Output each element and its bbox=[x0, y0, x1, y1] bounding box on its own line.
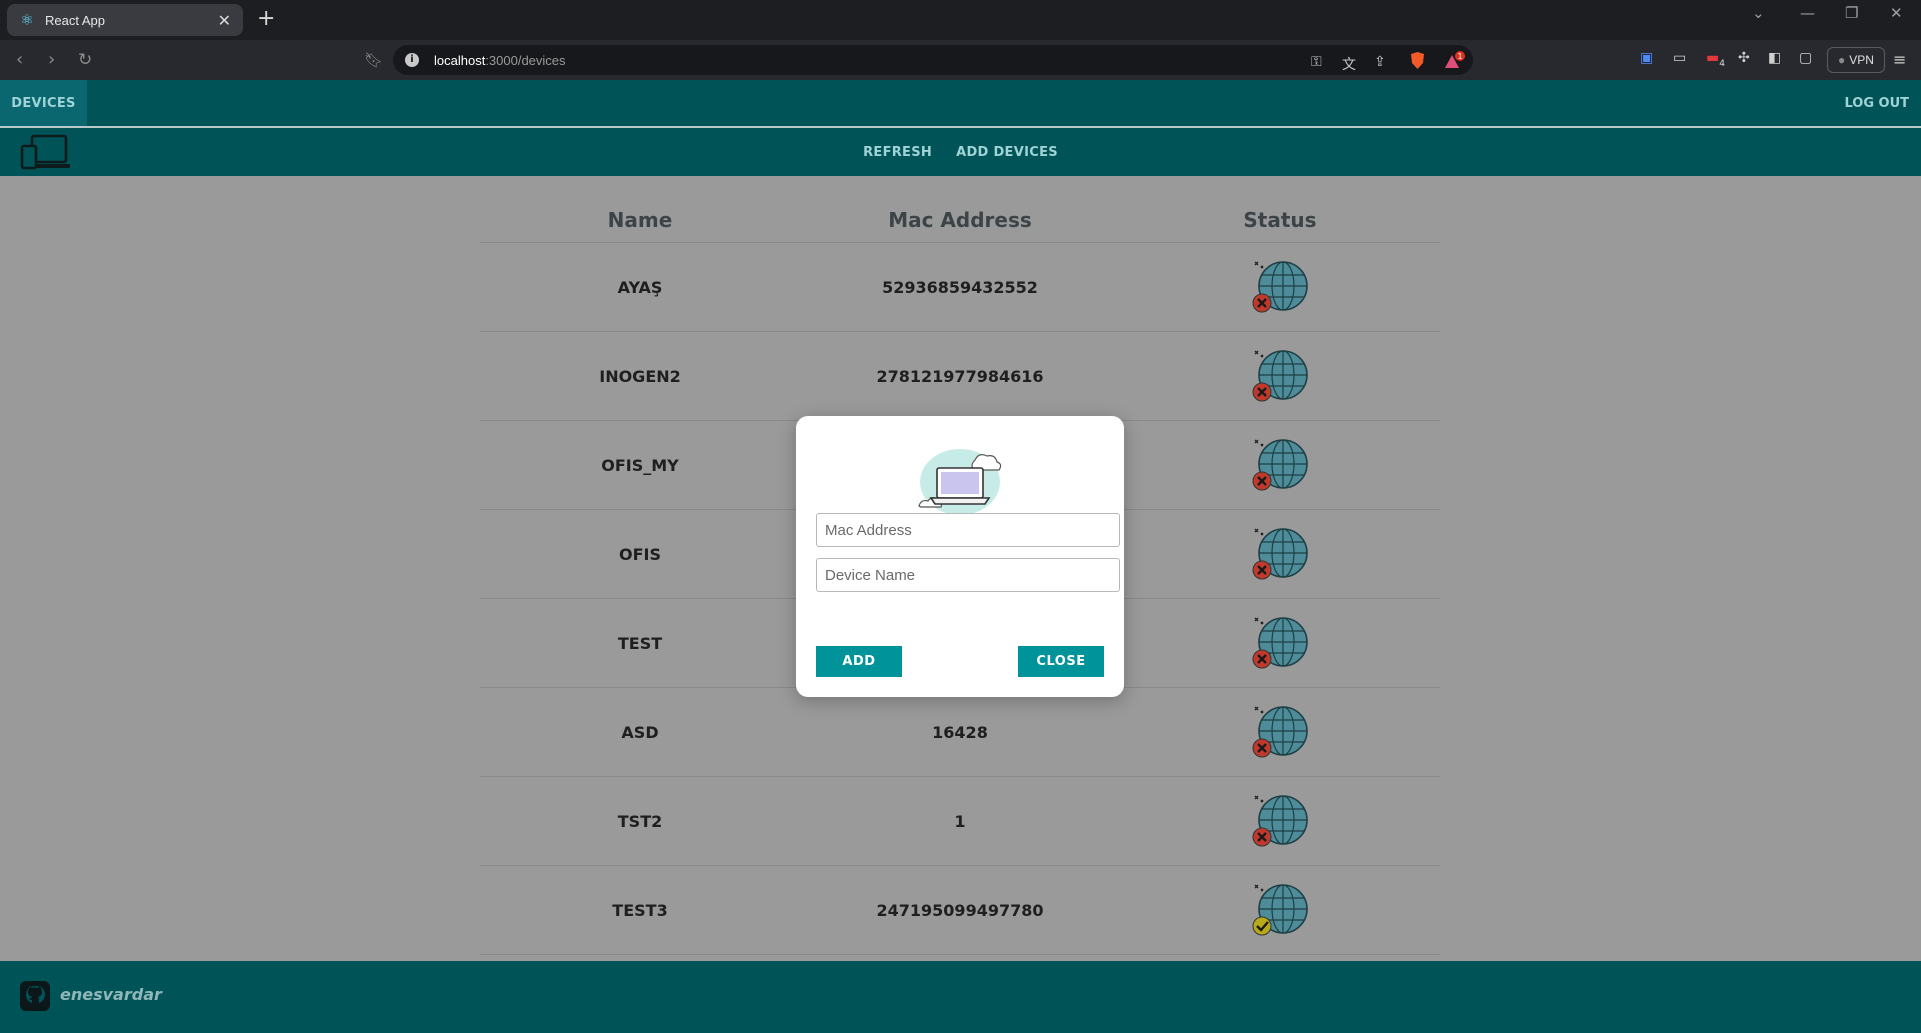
mac-address-cell: 278121977984616 bbox=[876, 366, 1044, 386]
google-translate-ext-icon[interactable]: ▣ bbox=[1640, 50, 1653, 66]
vpn-dot-icon: ● bbox=[1838, 53, 1846, 67]
device-name-cell: OFIS_MY bbox=[601, 455, 679, 475]
globe-offline-icon bbox=[1252, 350, 1308, 402]
back-icon[interactable]: ‹ bbox=[16, 49, 23, 70]
laptop-cloud-icon bbox=[918, 449, 1002, 515]
mac-address-input[interactable] bbox=[816, 513, 1120, 547]
calendar-ext-icon[interactable]: ▬4 bbox=[1706, 50, 1725, 69]
footer: enesvardar bbox=[0, 961, 1921, 1033]
globe-online-icon bbox=[1252, 884, 1308, 936]
share-icon[interactable]: ⇪ bbox=[1374, 54, 1386, 70]
reload-icon[interactable]: ↻ bbox=[78, 50, 92, 70]
react-icon: ⚛ bbox=[20, 11, 34, 29]
device-name-cell: INOGEN2 bbox=[599, 366, 681, 386]
sub-nav: REFRESH ADD DEVICES bbox=[0, 128, 1921, 176]
add-button[interactable]: ADD bbox=[816, 646, 902, 677]
device-name-cell: OFIS bbox=[618, 544, 661, 564]
globe-offline-icon bbox=[1252, 617, 1308, 669]
globe-offline-icon bbox=[1252, 439, 1308, 491]
status-cell bbox=[1120, 345, 1440, 407]
globe-offline-icon bbox=[1252, 795, 1308, 847]
translate-icon[interactable]: 文 bbox=[1342, 54, 1356, 74]
browser-tab[interactable]: ⚛ React App ✕ bbox=[7, 4, 243, 36]
github-username[interactable]: enesvardar bbox=[60, 985, 162, 1004]
browser-toolbar: ‹ › ↻ 🔖︎ i localhost:3000/devices ⚿ 文 ⇪ … bbox=[0, 40, 1921, 80]
brave-shield-icon[interactable] bbox=[1409, 51, 1426, 70]
column-header-status: Status bbox=[1243, 208, 1317, 232]
add-device-modal: ADD CLOSE bbox=[796, 416, 1124, 697]
device-name-input[interactable] bbox=[816, 558, 1120, 592]
tab-title: React App bbox=[45, 12, 105, 28]
key-icon[interactable]: ⚿ bbox=[1311, 54, 1322, 70]
device-name-cell: ASD bbox=[621, 722, 659, 742]
status-cell bbox=[1120, 790, 1440, 852]
mac-address-cell: 52936859432552 bbox=[882, 277, 1038, 297]
nav-tab-devices[interactable]: DEVICES bbox=[0, 80, 87, 127]
status-cell bbox=[1120, 523, 1440, 585]
site-info-icon[interactable]: i bbox=[405, 53, 419, 67]
screenshot-ext-icon[interactable]: ▭ bbox=[1673, 50, 1686, 66]
column-header-mac: Mac Address bbox=[888, 208, 1032, 232]
status-cell bbox=[1120, 256, 1440, 318]
window-close-icon[interactable]: ✕ bbox=[1890, 4, 1903, 22]
vpn-button[interactable]: ● VPN bbox=[1827, 47, 1885, 73]
add-devices-button[interactable]: ADD DEVICES bbox=[956, 145, 1058, 160]
svg-text:1: 1 bbox=[1457, 52, 1462, 61]
app-nav: DEVICES LOG OUT bbox=[0, 80, 1921, 127]
github-icon[interactable] bbox=[20, 981, 50, 1011]
device-name-cell: TST2 bbox=[617, 811, 663, 831]
table-row: TST2 1 bbox=[480, 777, 1440, 866]
extensions-puzzle-icon[interactable]: ✣ bbox=[1738, 50, 1750, 66]
close-tab-icon[interactable]: ✕ bbox=[218, 11, 231, 30]
device-name-cell: TEST bbox=[617, 633, 663, 653]
url-text: localhost:3000/devices bbox=[434, 52, 566, 68]
table-row: INOGEN2 278121977984616 bbox=[480, 332, 1440, 421]
browser-tab-bar: ⚛ React App ✕ + ⌄ — ❐ ✕ bbox=[0, 0, 1921, 40]
globe-offline-icon bbox=[1252, 706, 1308, 758]
refresh-button[interactable]: REFRESH bbox=[863, 145, 932, 160]
menu-icon[interactable]: ≡ bbox=[1893, 50, 1906, 69]
address-bar[interactable]: i localhost:3000/devices ⚿ 文 ⇪ 1 bbox=[393, 45, 1473, 75]
forward-icon[interactable]: › bbox=[48, 49, 55, 70]
column-header-name: Name bbox=[607, 208, 673, 232]
status-cell bbox=[1120, 434, 1440, 496]
globe-offline-icon bbox=[1252, 528, 1308, 580]
wallet-icon[interactable]: ▢ bbox=[1799, 50, 1812, 66]
new-tab-button[interactable]: + bbox=[257, 6, 275, 31]
status-cell bbox=[1120, 879, 1440, 941]
mac-address-cell: 1 bbox=[954, 811, 966, 831]
table-header: Name Mac Address Status bbox=[480, 198, 1440, 243]
status-cell bbox=[1120, 701, 1440, 763]
table-row: AYAŞ 52936859432552 bbox=[480, 243, 1440, 332]
logout-button[interactable]: LOG OUT bbox=[1844, 80, 1909, 127]
device-name-cell: AYAŞ bbox=[617, 277, 663, 297]
brave-rewards-icon[interactable]: 1 bbox=[1443, 51, 1467, 71]
table-row: TEST3 247195099497780 bbox=[480, 866, 1440, 955]
status-cell bbox=[1120, 612, 1440, 674]
mac-address-cell: 16428 bbox=[932, 722, 988, 742]
globe-offline-icon bbox=[1252, 261, 1308, 313]
minimize-icon[interactable]: — bbox=[1800, 4, 1815, 22]
bookmark-icon[interactable]: 🔖︎ bbox=[364, 51, 383, 69]
restore-icon[interactable]: ❐ bbox=[1845, 4, 1858, 22]
sidebar-icon[interactable]: ◧ bbox=[1768, 50, 1781, 66]
tab-search-chevron-icon[interactable]: ⌄ bbox=[1752, 4, 1765, 22]
table-row: ASD 16428 bbox=[480, 688, 1440, 777]
device-name-cell: TEST3 bbox=[612, 900, 668, 920]
close-button[interactable]: CLOSE bbox=[1018, 646, 1104, 677]
mac-address-cell: 247195099497780 bbox=[876, 900, 1044, 920]
